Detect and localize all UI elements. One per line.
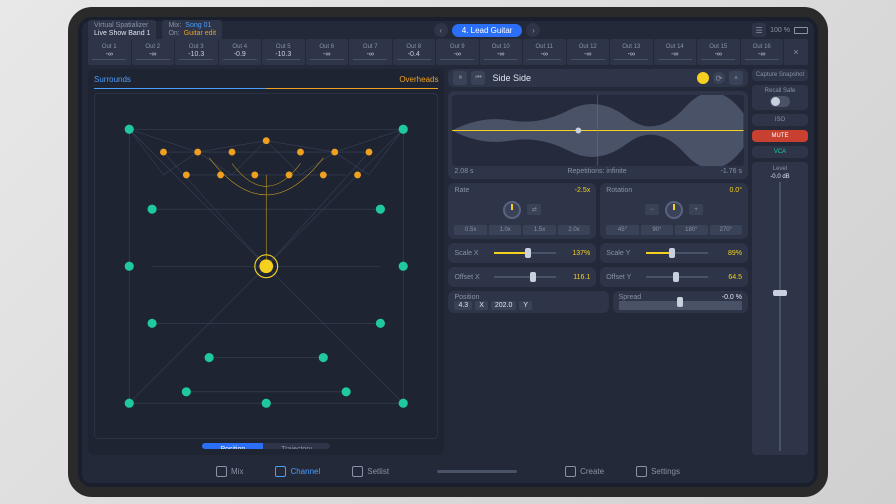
tab-position[interactable]: Position [202, 443, 263, 449]
prev-channel-button[interactable]: ‹ [434, 23, 448, 37]
rate-preset[interactable]: 0.5x [454, 225, 486, 235]
nav-create[interactable]: Create [565, 466, 604, 477]
overheads-label[interactable]: Overheads [399, 75, 438, 84]
rate-preset[interactable]: 1.5x [523, 225, 555, 235]
nav-settings[interactable]: Settings [636, 466, 680, 477]
rotation-panel: Rotation0.0° − + 45° 90° 180° 270° [600, 183, 748, 239]
rotation-minus-button[interactable]: − [645, 204, 659, 215]
bottom-nav: Mix Channel Setlist Create Settings [82, 459, 814, 483]
mix-info[interactable]: Mix:Song 01 On:Guitar edit [162, 20, 222, 39]
nav-mix[interactable]: Mix [216, 466, 243, 477]
wave-start: 2.08 s [454, 168, 473, 175]
mute-button[interactable]: MUTE [752, 130, 808, 142]
output-channel[interactable]: Out 16-∞ [741, 39, 784, 65]
battery-icon [794, 27, 808, 34]
offset-y-slider[interactable]: Offset Y 64.5 [600, 267, 748, 287]
iso-button[interactable]: ISO [752, 114, 808, 126]
level-fader[interactable]: Level -0.0 dB [752, 162, 808, 455]
recall-safe-toggle[interactable]: Recall Safe [752, 85, 808, 110]
output-channel[interactable]: Out 10-∞ [480, 39, 523, 65]
viz-tabs: Position Trajectory [202, 443, 330, 449]
trajectory-header: ⏸ ⏮ Side Side ⟳ × [448, 69, 748, 87]
offset-x-slider[interactable]: Offset X 116.1 [448, 267, 596, 287]
waveform-panel: 2.08 s Repetitions: infinite -1.76 s [448, 91, 748, 179]
rotation-preset[interactable]: 180° [675, 225, 707, 235]
output-channel[interactable]: Out 8-0.4 [393, 39, 436, 65]
rate-preset[interactable]: 1.0x [489, 225, 521, 235]
rotation-preset[interactable]: 90° [641, 225, 673, 235]
output-channel[interactable]: Out 6-∞ [306, 39, 349, 65]
close-outputs-button[interactable]: × [784, 39, 808, 65]
rate-panel: Rate-2.5x ⇄ 0.5x 1.0x 1.5x 2.0x [448, 183, 596, 239]
output-channel[interactable]: Out 2-∞ [132, 39, 175, 65]
output-channel[interactable]: Out 13-∞ [610, 39, 653, 65]
skip-button[interactable]: ⏮ [471, 71, 485, 85]
setlist-icon [352, 466, 363, 477]
vca-button[interactable]: VCA [752, 146, 808, 158]
close-panel-button[interactable]: × [729, 71, 743, 85]
battery-level: 100 % [770, 27, 790, 34]
output-channel[interactable]: Out 14-∞ [654, 39, 697, 65]
project-info[interactable]: Virtual Spatializer Live Show Band 1 [88, 20, 156, 39]
toggle-icon [770, 96, 790, 107]
surrounds-label[interactable]: Surrounds [94, 75, 131, 84]
capture-snapshot-button[interactable]: Capture Snapshot [752, 69, 808, 81]
project-line2: Live Show Band 1 [94, 30, 150, 38]
tab-trajectory[interactable]: Trajectory [263, 443, 330, 449]
output-channel[interactable]: Out 7-∞ [349, 39, 392, 65]
position-x[interactable]: 4.3 [454, 301, 472, 310]
mix-icon [216, 466, 227, 477]
rate-reverse-button[interactable]: ⇄ [527, 204, 541, 215]
position-panel: Position 4.3X 202.0Y [448, 291, 608, 313]
position-y[interactable]: 202.0 [491, 301, 517, 310]
spatial-canvas[interactable] [94, 93, 438, 439]
output-channel[interactable]: Out 3-10.3 [175, 39, 218, 65]
spread-panel: Spread -0.0 % [613, 291, 748, 313]
scale-x-slider[interactable]: Scale X 137% [448, 243, 596, 263]
project-line1: Virtual Spatializer [94, 22, 150, 30]
output-channel[interactable]: Out 4-0.9 [219, 39, 262, 65]
output-strip: Out 1-∞ Out 2-∞ Out 3-10.3 Out 4-0.9 Out… [82, 39, 814, 65]
rate-preset[interactable]: 2.0x [558, 225, 590, 235]
create-icon [565, 466, 576, 477]
spread-slider[interactable] [619, 301, 742, 310]
top-bar: Virtual Spatializer Live Show Band 1 Mix… [82, 21, 814, 39]
rate-knob[interactable] [503, 201, 521, 219]
rotation-plus-button[interactable]: + [689, 204, 703, 215]
loop-icon[interactable]: ⟳ [713, 72, 725, 84]
settings-nav-icon [636, 466, 647, 477]
side-panel: Capture Snapshot Recall Safe ISO MUTE VC… [752, 69, 808, 455]
home-indicator [437, 470, 517, 473]
settings-icon[interactable]: ☰ [752, 23, 766, 37]
output-channel[interactable]: Out 9-∞ [436, 39, 479, 65]
output-channel[interactable]: Out 15-∞ [697, 39, 740, 65]
wave-end: -1.76 s [721, 168, 742, 175]
output-channel[interactable]: Out 5-10.3 [262, 39, 305, 65]
nav-setlist[interactable]: Setlist [352, 466, 389, 477]
rotation-preset[interactable]: 270° [710, 225, 742, 235]
rotation-preset[interactable]: 45° [606, 225, 638, 235]
rotation-knob[interactable] [665, 201, 683, 219]
output-channel[interactable]: Out 1-∞ [88, 39, 131, 65]
channel-chip[interactable]: 4. Lead Guitar [452, 24, 523, 37]
trajectory-title: Side Side [492, 73, 531, 83]
next-channel-button[interactable]: › [526, 23, 540, 37]
output-channel[interactable]: Out 12-∞ [567, 39, 610, 65]
indicator-yellow[interactable] [697, 72, 709, 84]
output-channel[interactable]: Out 11-∞ [523, 39, 566, 65]
spatial-visualizer: Surrounds Overheads [88, 69, 444, 455]
pause-button[interactable]: ⏸ [453, 71, 467, 85]
channel-icon [275, 466, 286, 477]
wave-repetitions: Repetitions: infinite [567, 168, 626, 175]
waveform-display[interactable] [452, 95, 744, 166]
nav-channel[interactable]: Channel [275, 466, 320, 477]
scale-y-slider[interactable]: Scale Y 89% [600, 243, 748, 263]
